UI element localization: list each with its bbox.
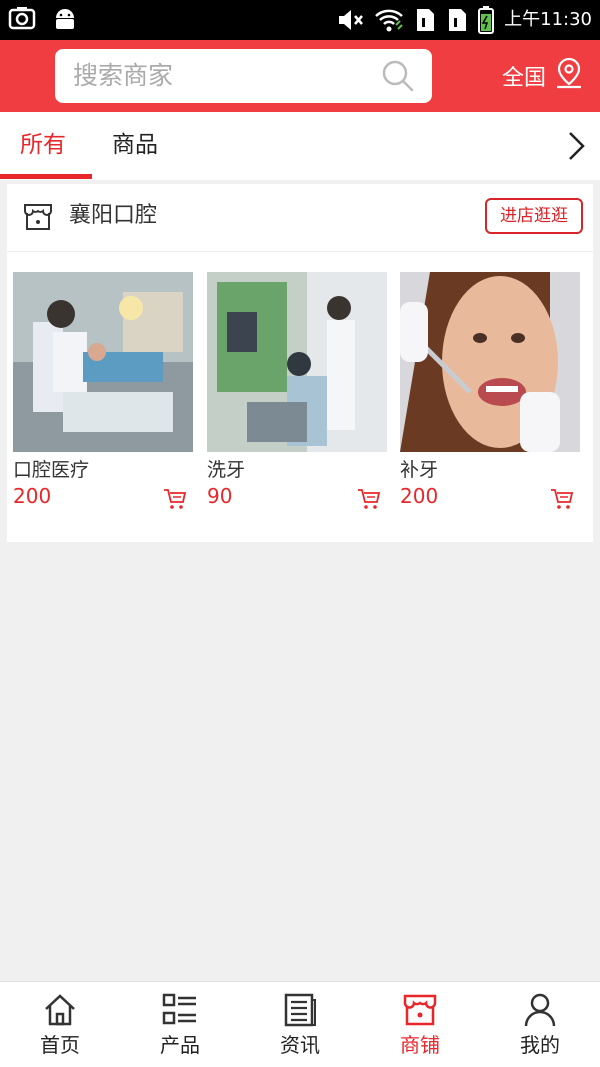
header-bar: 搜索商家 全国: [0, 40, 600, 112]
active-tab-indicator: [0, 174, 92, 179]
home-icon: [42, 992, 78, 1032]
android-icon: [52, 6, 78, 32]
location-pin-icon: [554, 57, 584, 95]
product-card[interactable]: 口腔医疗 200: [13, 272, 193, 510]
product-name: 补牙: [400, 459, 439, 481]
product-name: 洗牙: [207, 459, 246, 481]
chevron-right-icon[interactable]: [566, 130, 586, 166]
nav-label: 资讯: [280, 1033, 320, 1057]
tab-all[interactable]: 所有: [20, 130, 66, 160]
mute-icon: [336, 7, 364, 33]
user-icon: [522, 992, 558, 1032]
status-bar: 上午11:30: [0, 0, 600, 40]
store-icon: [402, 992, 438, 1032]
region-label: 全国: [501, 66, 546, 91]
nav-home[interactable]: 首页: [0, 982, 120, 1067]
search-placeholder: 搜索商家: [73, 61, 174, 90]
add-to-cart-icon[interactable]: [550, 488, 574, 514]
region-selector[interactable]: 全国: [502, 57, 584, 95]
product-name: 口腔医疗: [13, 459, 90, 481]
nav-label: 产品: [160, 1033, 200, 1057]
search-icon[interactable]: [382, 60, 414, 96]
product-card[interactable]: 洗牙 90: [207, 272, 387, 510]
shop-icon: [22, 201, 54, 237]
battery-icon: [478, 6, 495, 34]
sim1-icon: [414, 7, 436, 33]
product-card[interactable]: 补牙 200: [400, 272, 580, 510]
nav-label: 我的: [520, 1033, 560, 1057]
shop-card: 襄阳口腔 进店逛逛 口腔医疗 200 洗牙 90 补牙 200: [7, 184, 593, 542]
sim2-icon: [446, 7, 468, 33]
nav-store[interactable]: 商铺: [360, 982, 480, 1067]
product-image[interactable]: [400, 272, 580, 452]
bottom-nav: 首页 产品 资讯 商铺 我的: [0, 981, 600, 1067]
product-image[interactable]: [13, 272, 193, 452]
status-time: 上午11:30: [504, 9, 592, 30]
nav-me[interactable]: 我的: [480, 982, 600, 1067]
add-to-cart-icon[interactable]: [357, 488, 381, 514]
search-input[interactable]: 搜索商家: [55, 49, 432, 103]
list-icon: [162, 992, 198, 1032]
tab-products[interactable]: 商品: [112, 130, 158, 160]
shop-name: 襄阳口腔: [69, 203, 158, 228]
add-to-cart-icon[interactable]: [163, 488, 187, 514]
nav-label: 首页: [40, 1033, 80, 1057]
nav-products[interactable]: 产品: [120, 982, 240, 1067]
wifi-icon: [374, 7, 404, 33]
visit-store-button[interactable]: 进店逛逛: [485, 198, 583, 234]
nav-label: 商铺: [400, 1033, 440, 1057]
news-icon: [282, 992, 318, 1032]
product-image[interactable]: [207, 272, 387, 452]
shop-header: 襄阳口腔 进店逛逛: [7, 184, 593, 252]
nav-news[interactable]: 资讯: [240, 982, 360, 1067]
screenshot-icon: [8, 6, 36, 32]
tab-bar: 所有 商品: [0, 112, 600, 180]
